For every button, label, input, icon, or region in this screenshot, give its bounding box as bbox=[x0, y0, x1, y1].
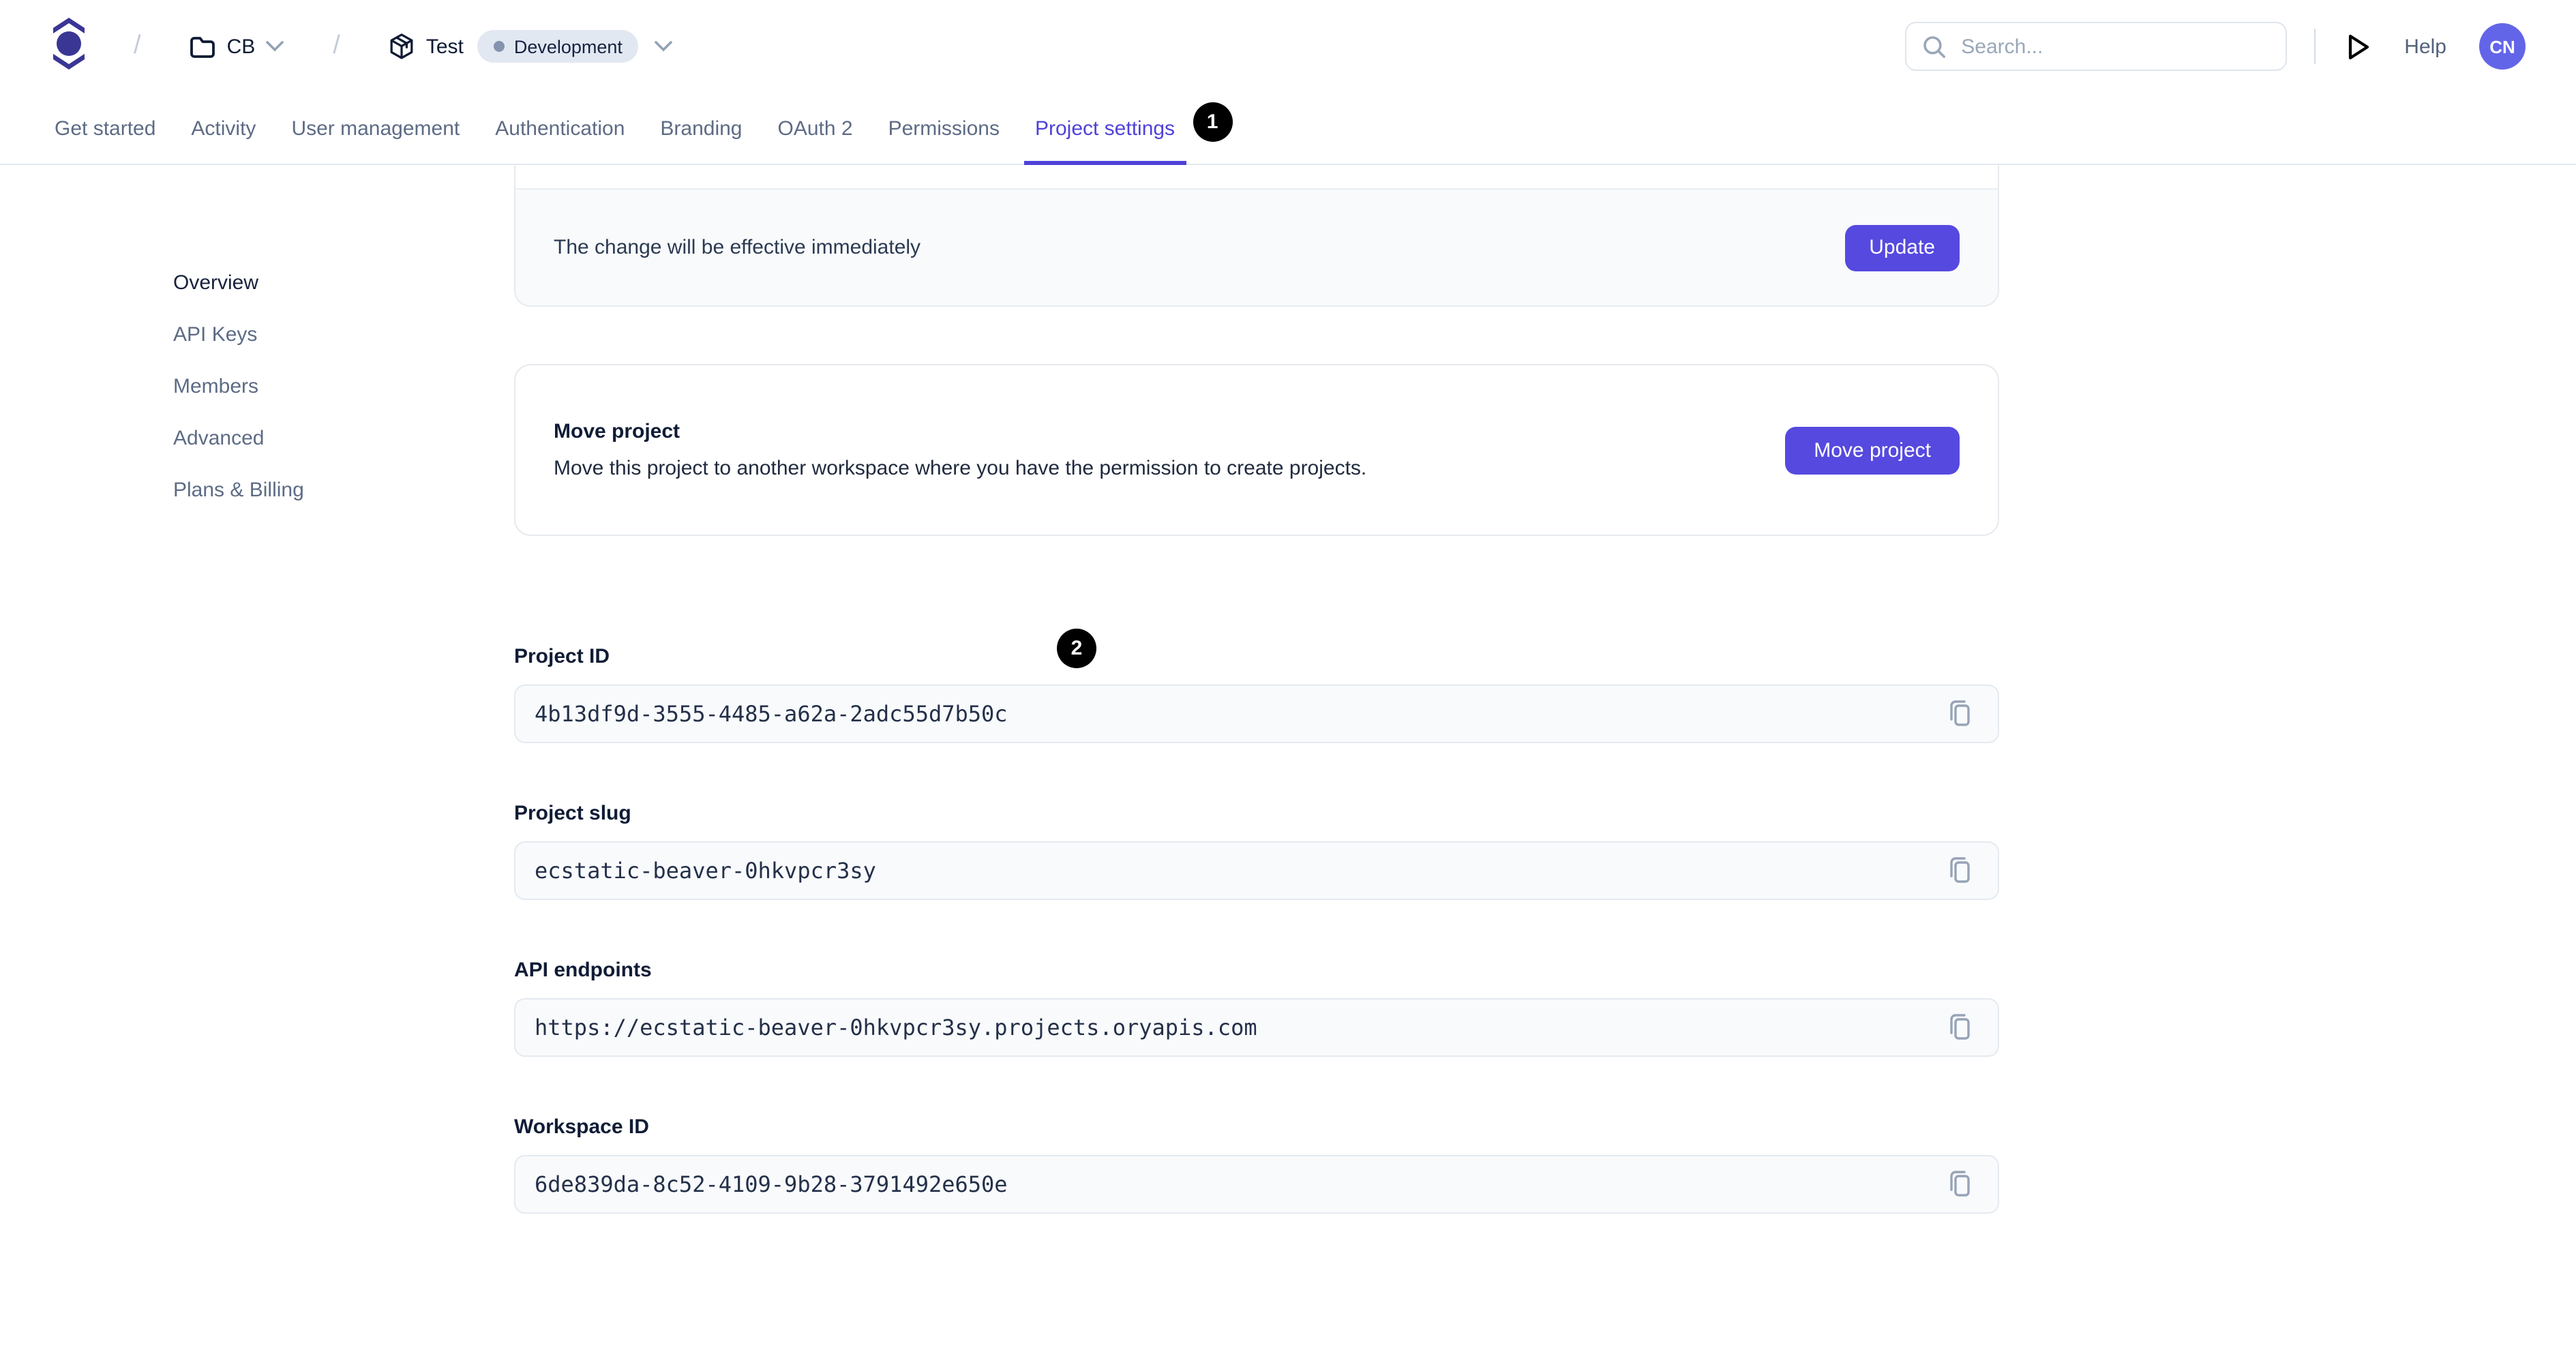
play-icon bbox=[2349, 33, 2369, 59]
copy-icon bbox=[1950, 700, 1970, 726]
tab-oauth2[interactable]: OAuth 2 bbox=[778, 93, 853, 164]
field-label: API endpoints bbox=[514, 959, 652, 982]
project-slug-value: ecstatic-beaver-0hkvpcr3sy bbox=[535, 858, 876, 884]
workspace-breadcrumb[interactable]: CB bbox=[190, 35, 284, 58]
chevron-down-icon bbox=[266, 41, 284, 52]
api-endpoints-value: https://ecstatic-beaver-0hkvpcr3sy.proje… bbox=[535, 1015, 1257, 1040]
package-icon bbox=[391, 33, 414, 59]
breadcrumb-separator: / bbox=[333, 31, 340, 60]
move-project-card: Move project Move this project to anothe… bbox=[514, 364, 1999, 536]
chevron-down-icon bbox=[655, 41, 673, 52]
field-project-id: Project ID 4b13df9d-3555-4485-a62a-2adc5… bbox=[514, 644, 1999, 743]
header-actions: Help CN bbox=[1905, 22, 2526, 71]
workspace-id-input[interactable]: 6de839da-8c52-4109-9b28-3791492e650e bbox=[514, 1155, 1999, 1214]
header-divider bbox=[2314, 29, 2316, 64]
move-project-title: Move project bbox=[554, 420, 680, 443]
project-tab-bar: Get started Activity User management Aut… bbox=[0, 93, 2576, 165]
update-card: The change will be effective immediately… bbox=[514, 165, 1999, 307]
settings-sidebar-list: Overview API Keys Members Advanced Plans… bbox=[0, 165, 513, 502]
copy-icon bbox=[1950, 857, 1970, 883]
step-badge-1: 1 bbox=[1193, 102, 1233, 142]
tab-project-settings-label: Project settings bbox=[1034, 117, 1175, 140]
tab-activity[interactable]: Activity bbox=[191, 93, 256, 164]
help-link[interactable]: Help bbox=[2404, 35, 2446, 58]
sidebar-item-plans-billing[interactable]: Plans & Billing bbox=[173, 479, 513, 502]
field-label: Project ID bbox=[514, 645, 610, 668]
project-id-input[interactable]: 4b13df9d-3555-4485-a62a-2adc55d7b50c bbox=[514, 685, 1999, 743]
play-button[interactable] bbox=[2343, 29, 2374, 63]
search-icon bbox=[1923, 35, 1946, 58]
update-button[interactable]: Update bbox=[1844, 224, 1960, 271]
copy-project-slug-button[interactable] bbox=[1943, 852, 1977, 889]
copy-api-endpoints-button[interactable] bbox=[1943, 1009, 1977, 1046]
avatar[interactable]: CN bbox=[2479, 23, 2526, 70]
sidebar-item-overview[interactable]: Overview bbox=[173, 272, 513, 295]
tab-authentication[interactable]: Authentication bbox=[495, 93, 625, 164]
move-project-text: Move project Move this project to anothe… bbox=[554, 420, 1366, 480]
project-id-value: 4b13df9d-3555-4485-a62a-2adc55d7b50c bbox=[535, 701, 1008, 727]
api-endpoints-input[interactable]: https://ecstatic-beaver-0hkvpcr3sy.proje… bbox=[514, 998, 1999, 1057]
ory-console-app: / CB / Test Development Search... Help C… bbox=[0, 0, 2576, 1365]
settings-sidebar: Overview API Keys Members Advanced Plans… bbox=[0, 165, 513, 532]
copy-icon bbox=[1950, 1171, 1970, 1197]
tab-project-settings[interactable]: Project settings 1 bbox=[1024, 93, 1233, 165]
project-id-fields: 2 Project ID 4b13df9d-3555-4485-a62a-2ad… bbox=[514, 629, 1999, 1271]
update-note: The change will be effective immediately bbox=[554, 236, 921, 259]
field-workspace-id: Workspace ID 6de839da-8c52-4109-9b28-379… bbox=[514, 1114, 1999, 1214]
tab-branding[interactable]: Branding bbox=[660, 93, 742, 164]
folder-icon bbox=[190, 36, 215, 57]
move-project-button[interactable]: Move project bbox=[1785, 426, 1960, 474]
app-header: / CB / Test Development Search... Help C… bbox=[0, 0, 2576, 93]
field-label: Workspace ID bbox=[514, 1115, 649, 1139]
workspace-label: CB bbox=[226, 35, 256, 58]
field-label: Project slug bbox=[514, 802, 631, 825]
tab-permissions[interactable]: Permissions bbox=[888, 93, 1000, 164]
update-card-footer: The change will be effective immediately… bbox=[515, 188, 1998, 305]
field-project-slug: Project slug ecstatic-beaver-0hkvpcr3sy bbox=[514, 800, 1999, 900]
workspace-id-value: 6de839da-8c52-4109-9b28-3791492e650e bbox=[535, 1171, 1008, 1197]
environment-badge: Development bbox=[477, 30, 639, 63]
copy-project-id-button[interactable] bbox=[1943, 695, 1977, 732]
environment-dot-icon bbox=[493, 41, 505, 52]
copy-icon bbox=[1950, 1014, 1970, 1040]
move-project-description: Move this project to another workspace w… bbox=[554, 457, 1367, 480]
sidebar-item-api-keys[interactable]: API Keys bbox=[173, 324, 513, 346]
environment-label: Development bbox=[513, 36, 623, 57]
copy-workspace-id-button[interactable] bbox=[1943, 1166, 1977, 1203]
stage: / CB / Test Development Search... Help C… bbox=[0, 0, 2576, 1365]
sidebar-item-advanced[interactable]: Advanced bbox=[173, 427, 513, 450]
project-slug-input[interactable]: ecstatic-beaver-0hkvpcr3sy bbox=[514, 841, 1999, 900]
search-box bbox=[1905, 22, 2288, 71]
project-breadcrumb[interactable]: Test Development bbox=[389, 30, 673, 63]
breadcrumb-separator: / bbox=[134, 31, 141, 60]
ory-logo-icon bbox=[53, 17, 85, 69]
ory-logo[interactable] bbox=[53, 17, 85, 76]
search-input[interactable] bbox=[1958, 33, 2270, 59]
project-label: Test bbox=[425, 35, 464, 58]
sidebar-item-members[interactable]: Members bbox=[173, 376, 513, 398]
tab-get-started[interactable]: Get started bbox=[55, 93, 155, 164]
field-api-endpoints: API endpoints https://ecstatic-beaver-0h… bbox=[514, 957, 1999, 1057]
tab-user-management[interactable]: User management bbox=[291, 93, 460, 164]
step-badge-2: 2 bbox=[1057, 629, 1096, 668]
